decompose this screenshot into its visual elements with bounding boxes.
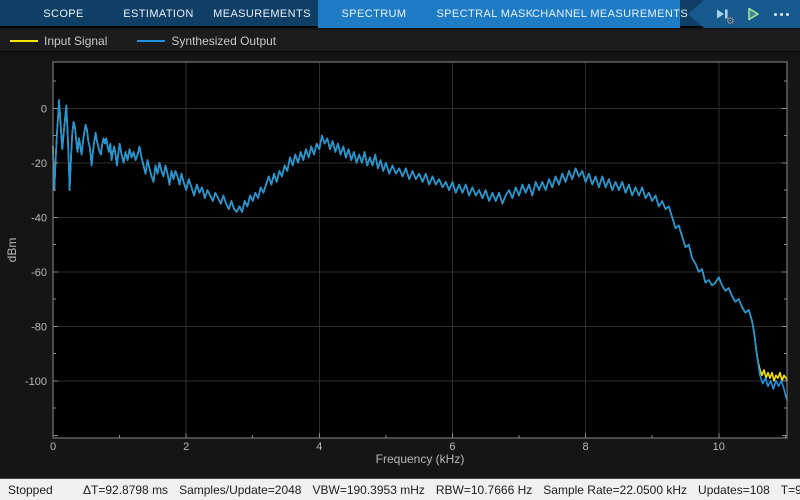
legend-item-input-signal[interactable]: Input Signal xyxy=(10,34,107,48)
gear-icon: ⚙ xyxy=(726,16,735,27)
x-axis-label: Frequency (kHz) xyxy=(375,452,465,466)
tick-label: -80 xyxy=(31,321,47,333)
tick-label: -20 xyxy=(31,158,47,170)
legend-label: Synthesized Output xyxy=(171,33,277,48)
tick-label: -40 xyxy=(31,212,47,224)
tab-spectrum[interactable]: SPECTRUM xyxy=(318,0,430,28)
plot-background xyxy=(53,62,787,438)
tick-label: -100 xyxy=(25,376,47,388)
more-options-button[interactable] xyxy=(774,12,789,16)
status-time: T=9.9846 xyxy=(780,482,800,497)
tab-channel-measurements[interactable]: CHANNEL MEASUREMENTS xyxy=(532,0,688,28)
ellipsis-icon xyxy=(774,12,777,16)
run-button[interactable] xyxy=(744,5,762,23)
legend-label: Input Signal xyxy=(44,33,108,48)
tab-estimation[interactable]: ESTIMATION xyxy=(111,0,206,28)
status-bar: Stopped ΔT=92.8798 ms Samples/Update=204… xyxy=(0,478,800,500)
tab-measurements[interactable]: MEASUREMENTS xyxy=(206,0,318,28)
legend-line-swatch xyxy=(10,39,38,42)
status-vbw: VBW=190.3953 mHz xyxy=(312,482,425,497)
tick-label: 0 xyxy=(41,103,47,115)
plot-area: 0 2 4 6 8 10 0 -20 -40 -60 -80 -100 dBm Frequency (… xyxy=(0,52,800,478)
quick-access-panel: ⚙ xyxy=(688,0,800,28)
legend-item-synthesized-output[interactable]: Synthesized Output xyxy=(137,34,276,48)
status-delta-t: ΔT=92.8798 ms xyxy=(83,482,169,497)
legend: Input Signal Synthesized Output xyxy=(0,30,800,52)
status-sample-rate: Sample Rate=22.0500 kHz xyxy=(543,482,688,497)
spectrum-plot[interactable]: 0 2 4 6 8 100-20-40-60-80-100 xyxy=(0,52,800,478)
contextual-tab-group: SPECTRUM SPECTRAL MASK CHANNEL MEASUREME… xyxy=(318,0,688,28)
status-state: Stopped xyxy=(8,482,53,497)
tick-label: -60 xyxy=(31,267,47,279)
y-axis-label: dBm xyxy=(5,237,19,263)
main-tab-group: SCOPE ESTIMATION MEASUREMENTS xyxy=(16,0,318,28)
status-updates: Updates=108 xyxy=(698,482,770,497)
legend-line-swatch xyxy=(137,39,166,42)
tab-scope[interactable]: SCOPE xyxy=(16,0,111,28)
status-rbw: RBW=10.7666 Hz xyxy=(435,482,533,497)
toolstrip: SCOPE ESTIMATION MEASUREMENTS SPECTRUM S… xyxy=(0,0,800,28)
play-icon xyxy=(748,7,759,21)
status-samples-per-update: Samples/Update=2048 xyxy=(179,482,302,497)
step-forward-button[interactable]: ⚙ xyxy=(714,5,735,27)
tab-spectral-mask[interactable]: SPECTRAL MASK xyxy=(430,0,540,28)
spectrum-analyzer-window: SCOPE ESTIMATION MEASUREMENTS SPECTRUM S… xyxy=(0,0,800,500)
